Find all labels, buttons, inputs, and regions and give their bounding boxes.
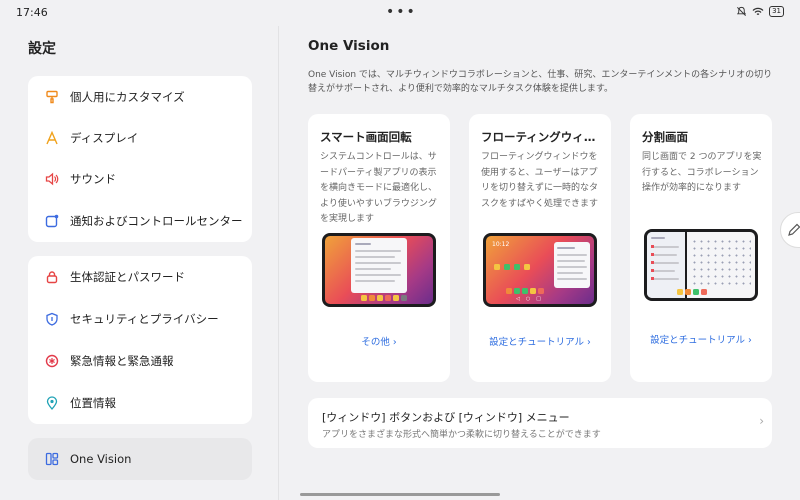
sidebar-item-label: サウンド	[70, 172, 116, 186]
more-link[interactable]: その他 ›	[308, 334, 450, 348]
status-bar: 17:46 ••• 31	[0, 0, 800, 26]
settings-tutorial-link[interactable]: 設定とチュートリアル ›	[630, 332, 772, 346]
smart-rotation-illustration	[322, 233, 436, 307]
page-title: One Vision	[308, 38, 390, 54]
status-time: 17:46	[16, 6, 48, 19]
notification-icon	[44, 213, 60, 229]
home-indicator[interactable]	[300, 493, 500, 496]
window-button-menu-row[interactable]: [ウィンドウ] ボタンおよび [ウィンドウ] メニュー アプリをさまざまな形式へ…	[308, 398, 772, 448]
lock-icon	[44, 269, 60, 285]
battery-icon: 31	[769, 6, 784, 17]
status-icons: 31	[736, 6, 784, 17]
row-subtitle: アプリをさまざまな形式へ簡単かつ柔軟に切り替えることができます	[322, 430, 601, 440]
row-title: [ウィンドウ] ボタンおよび [ウィンドウ] メニュー	[322, 411, 570, 424]
paint-roller-icon	[44, 89, 60, 105]
wifi-icon	[752, 7, 764, 15]
app-icons	[494, 264, 530, 270]
card-description: システムコントロールは、サードパーティ製アプリの表示を横向きモードに最適化し、よ…	[320, 152, 438, 224]
card-floating-window[interactable]: フローティングウィンドウ フローティングウィンドウを使用すると、ユーザーはアプリ…	[469, 114, 611, 382]
window-dots-handle[interactable]: •••	[386, 4, 417, 20]
sidebar-item-location[interactable]: 位置情報	[28, 382, 252, 424]
split-right-grid	[691, 238, 751, 288]
sidebar-item-label: 通知およびコントロールセンター	[70, 214, 243, 228]
sidebar-item-label: 生体認証とパスワード	[70, 270, 185, 284]
nav-buttons-icon: ◁○□	[516, 296, 547, 302]
sidebar-item-label: 緊急情報と緊急通報	[70, 354, 174, 368]
sidebar-item-display[interactable]: ディスプレイ	[28, 117, 252, 159]
mute-bell-icon	[737, 6, 747, 16]
sidebar-item-label: 個人用にカスタマイズ	[70, 90, 185, 104]
edge-pen-button[interactable]	[780, 212, 800, 248]
card-title: スマート画面回転	[320, 130, 412, 144]
settings-group-security: 生体認証とパスワード セキュリティとプライバシー 緊急情報と緊急通報 位置情報	[28, 256, 252, 424]
chevron-right-icon: ›	[759, 414, 764, 428]
page-description: One Vision では、マルチウィンドウコラボレーションと、仕事、研究、エン…	[308, 70, 773, 94]
floating-window-illustration: 10:12 ◁○□	[483, 233, 597, 307]
card-description: フローティングウィンドウを使用すると、ユーザーはアプリを切り替えずに一時的なタス…	[481, 152, 599, 209]
settings-tutorial-link[interactable]: 設定とチュートリアル ›	[469, 334, 611, 348]
speaker-icon	[44, 171, 60, 187]
emergency-icon	[44, 353, 60, 369]
split-screen-illustration	[644, 229, 758, 301]
sidebar-item-sound[interactable]: サウンド	[28, 158, 252, 200]
multiwindow-icon	[44, 451, 60, 467]
sidebar-item-security-privacy[interactable]: セキュリティとプライバシー	[28, 298, 252, 340]
location-icon	[44, 395, 60, 411]
sidebar-item-label: One Vision	[70, 452, 132, 466]
display-icon	[44, 130, 60, 146]
sidebar-item-notifications[interactable]: 通知およびコントロールセンター	[28, 200, 252, 242]
sidebar-item-personalize[interactable]: 個人用にカスタマイズ	[28, 76, 252, 118]
sidebar-item-label: ディスプレイ	[70, 131, 139, 145]
card-title: 分割画面	[642, 130, 688, 144]
settings-group-personal: 個人用にカスタマイズ ディスプレイ サウンド 通知およびコントロールセンター	[28, 76, 252, 242]
settings-title: 設定	[28, 41, 56, 57]
pen-icon	[788, 223, 800, 236]
sidebar-item-emergency[interactable]: 緊急情報と緊急通報	[28, 340, 252, 382]
card-smart-rotation[interactable]: スマート画面回転 システムコントロールは、サードパーティ製アプリの表示を横向きモ…	[308, 114, 450, 382]
sidebar-item-label: セキュリティとプライバシー	[70, 312, 219, 326]
sidebar-item-label: 位置情報	[70, 396, 116, 410]
illustration-clock: 10:12	[492, 241, 510, 248]
pane-divider	[278, 26, 279, 500]
sidebar-item-selected[interactable]: One Vision	[28, 438, 252, 480]
card-split-screen[interactable]: 分割画面 同じ画面で 2 つのアプリを実行すると、コラボレーション操作が効率的に…	[630, 114, 772, 382]
card-description: 同じ画面で 2 つのアプリを実行すると、コラボレーション操作が効率的になります	[642, 152, 762, 193]
sidebar-item-one-vision[interactable]: One Vision	[28, 438, 252, 480]
card-title: フローティングウィンドウ	[481, 130, 601, 144]
sidebar-item-biometrics[interactable]: 生体認証とパスワード	[28, 256, 252, 298]
shield-icon	[44, 311, 60, 327]
